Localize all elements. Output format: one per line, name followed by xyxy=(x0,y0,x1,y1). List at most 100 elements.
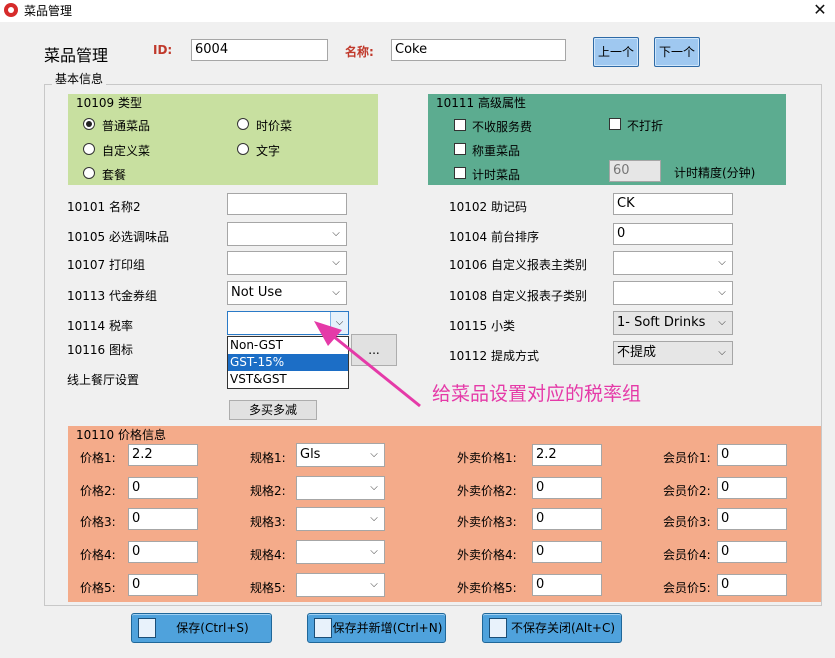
price-label: 价格1: xyxy=(80,451,116,465)
spec-select[interactable]: ⌵ xyxy=(296,476,385,500)
seasoning-label: 10105 必选调味品 xyxy=(67,230,169,244)
spec-label: 规格3: xyxy=(250,515,286,529)
chevron-down-icon: ⌵ xyxy=(718,317,726,328)
id-field[interactable]: 6004 xyxy=(191,39,328,61)
takeaway-price-field[interactable]: 2.2 xyxy=(532,444,602,466)
takeaway-price-label: 外卖价格3: xyxy=(457,515,517,529)
chevron-down-icon: ⌵ xyxy=(370,546,378,557)
price-label: 价格4: xyxy=(80,548,116,562)
member-price-field[interactable]: 0 xyxy=(717,574,787,596)
radio-market-price-label: 时价菜 xyxy=(256,119,293,133)
sort-order-label: 10104 前台排序 xyxy=(449,230,539,244)
time-precision-label: 计时精度(分钟) xyxy=(674,166,756,180)
no-discount-checkbox[interactable] xyxy=(609,118,621,130)
time-precision-field[interactable]: 60 xyxy=(609,160,661,182)
name2-field[interactable] xyxy=(227,193,347,215)
takeaway-price-label: 外卖价格2: xyxy=(457,484,517,498)
price-field[interactable]: 2.2 xyxy=(128,444,198,466)
takeaway-price-field[interactable]: 0 xyxy=(532,541,602,563)
subclass-value: 1- Soft Drinks xyxy=(617,315,706,330)
weighed-item-checkbox[interactable] xyxy=(454,143,466,155)
chevron-down-icon: ⌵ xyxy=(370,449,378,460)
radio-text[interactable] xyxy=(237,143,249,155)
takeaway-price-label: 外卖价格1: xyxy=(457,451,517,465)
price-panel-title: 10110 价格信息 xyxy=(76,428,166,442)
seasoning-select[interactable]: ⌵ xyxy=(227,222,347,246)
no-discount-label: 不打折 xyxy=(627,119,664,133)
prev-button[interactable]: 上一个 xyxy=(593,37,639,67)
app-icon xyxy=(4,3,18,17)
spec-label: 规格5: xyxy=(250,581,286,595)
name-field[interactable]: Coke xyxy=(391,39,566,61)
timed-item-label: 计时菜品 xyxy=(472,168,521,182)
takeaway-price-label: 外卖价格5: xyxy=(457,581,517,595)
member-price-label: 会员价5: xyxy=(663,581,711,595)
annotation-text: 给菜品设置对应的税率组 xyxy=(432,383,642,405)
type-panel-title: 10109 类型 xyxy=(76,96,142,110)
chevron-down-icon: ⌵ xyxy=(332,228,340,239)
chevron-down-icon: ⌵ xyxy=(370,513,378,524)
sort-order-field[interactable]: 0 xyxy=(613,223,733,245)
radio-market-price[interactable] xyxy=(237,118,249,130)
price-label: 价格5: xyxy=(80,581,116,595)
voucher-label: 10113 代金券组 xyxy=(67,289,157,303)
spec-select[interactable]: Gls ⌵ xyxy=(296,443,385,467)
member-price-label: 会员价1: xyxy=(663,451,711,465)
chevron-down-icon: ⌵ xyxy=(718,347,726,358)
tax-label: 10114 税率 xyxy=(67,319,133,333)
takeaway-price-field[interactable]: 0 xyxy=(532,477,602,499)
member-price-field[interactable]: 0 xyxy=(717,541,787,563)
print-group-select[interactable]: ⌵ xyxy=(227,251,347,275)
no-service-fee-checkbox[interactable] xyxy=(454,119,466,131)
radio-text-label: 文字 xyxy=(256,144,281,158)
price-label: 价格3: xyxy=(80,515,116,529)
member-price-label: 会员价3: xyxy=(663,515,711,529)
close-icon[interactable]: ✕ xyxy=(806,0,834,21)
spec-select[interactable]: ⌵ xyxy=(296,540,385,564)
report-main-category-select[interactable]: ⌵ xyxy=(613,251,733,275)
radio-set-meal-label: 套餐 xyxy=(102,168,127,182)
price-field[interactable]: 0 xyxy=(128,541,198,563)
report-sub-category-select[interactable]: ⌵ xyxy=(613,281,733,305)
report-sub-category-label: 10108 自定义报表子类别 xyxy=(449,289,587,303)
mnemonic-field[interactable]: CK xyxy=(613,193,733,215)
radio-set-meal[interactable] xyxy=(83,167,95,179)
price-label: 价格2: xyxy=(80,484,116,498)
member-price-field[interactable]: 0 xyxy=(717,477,787,499)
commission-label: 10112 提成方式 xyxy=(449,349,539,363)
name-label: 名称: xyxy=(345,45,374,59)
member-price-field[interactable]: 0 xyxy=(717,444,787,466)
subclass-select[interactable]: 1- Soft Drinks ⌵ xyxy=(613,311,733,335)
radio-custom-dish[interactable] xyxy=(83,143,95,155)
radio-normal-dish[interactable] xyxy=(83,118,95,130)
commission-select[interactable]: 不提成 ⌵ xyxy=(613,341,733,365)
no-service-fee-label: 不收服务费 xyxy=(472,120,533,134)
spec-select[interactable]: ⌵ xyxy=(296,507,385,531)
chevron-down-icon: ⌵ xyxy=(718,257,726,268)
spec-label: 规格2: xyxy=(250,484,286,498)
takeaway-price-label: 外卖价格4: xyxy=(457,548,517,562)
name2-label: 10101 名称2 xyxy=(67,200,141,214)
member-price-field[interactable]: 0 xyxy=(717,508,787,530)
timed-item-checkbox[interactable] xyxy=(454,167,466,179)
page-title: 菜品管理 xyxy=(44,46,109,65)
takeaway-price-field[interactable]: 0 xyxy=(532,508,602,530)
close-without-saving-button[interactable]: 不保存关闭(Alt+C) xyxy=(482,613,622,643)
takeaway-price-field[interactable]: 0 xyxy=(532,574,602,596)
voucher-select[interactable]: Not Use ⌵ xyxy=(227,281,347,305)
icon-label: 10116 图标 xyxy=(67,343,133,357)
save-button[interactable]: 保存(Ctrl+S) xyxy=(131,613,272,643)
chevron-down-icon: ⌵ xyxy=(718,287,726,298)
save-and-new-button[interactable]: 保存并新增(Ctrl+N) xyxy=(307,613,446,643)
next-button[interactable]: 下一个 xyxy=(654,37,700,67)
spec-label: 规格1: xyxy=(250,451,286,465)
commission-value: 不提成 xyxy=(617,345,657,360)
price-field[interactable]: 0 xyxy=(128,508,198,530)
weighed-item-label: 称重菜品 xyxy=(472,144,521,158)
chevron-down-icon: ⌵ xyxy=(370,579,378,590)
radio-normal-dish-label: 普通菜品 xyxy=(102,119,151,133)
price-field[interactable]: 0 xyxy=(128,574,198,596)
spec-select[interactable]: ⌵ xyxy=(296,573,385,597)
online-restaurant-label: 线上餐厅设置 xyxy=(67,373,140,387)
price-field[interactable]: 0 xyxy=(128,477,198,499)
